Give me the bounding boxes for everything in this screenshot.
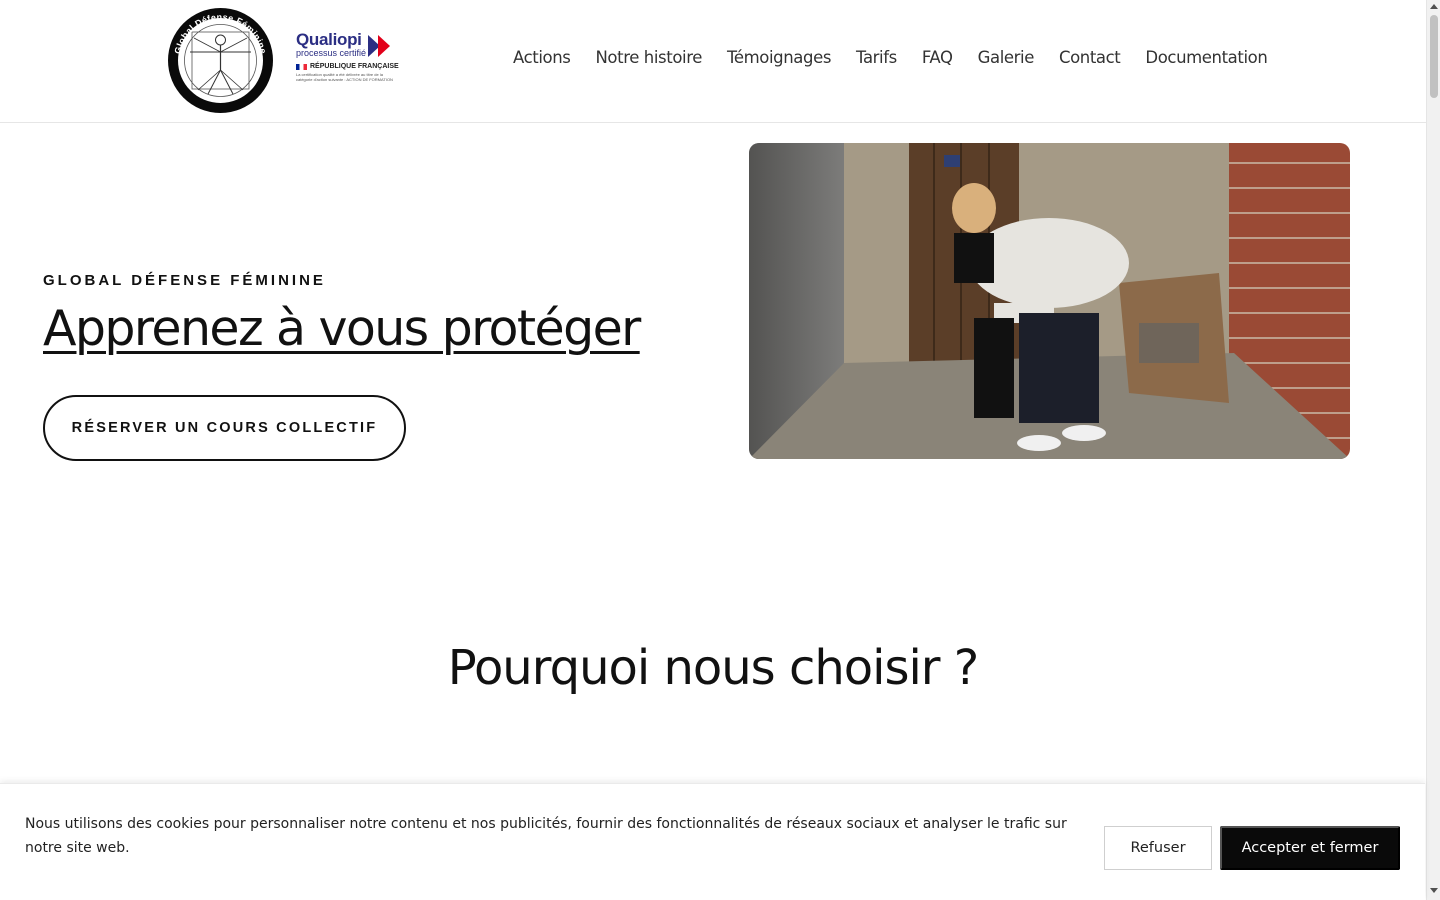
accept-cookies-button[interactable]: Accepter et fermer [1220,826,1400,870]
nav-documentation[interactable]: Documentation [1145,48,1267,67]
nav-faq[interactable]: FAQ [922,48,953,67]
book-group-class-button[interactable]: RÉSERVER UN COURS COLLECTIF [43,395,406,461]
cookie-banner: Nous utilisons des cookies pour personna… [0,783,1425,900]
hero-eyebrow: GLOBAL DÉFENSE FÉMININE [43,272,326,289]
scroll-up-arrow-icon[interactable] [1430,4,1438,9]
republique-francaise: RÉPUBLIQUE FRANÇAISE [296,63,406,70]
site-header: Global Défense Féminine Qualiopi process… [0,0,1426,123]
qualiopi-arrow-icon [368,35,390,57]
nav-temoignages[interactable]: Témoignages [727,48,831,67]
qualiopi-badge: Qualiopi processus certifié RÉPUBLIQUE F… [296,30,406,100]
cookie-message: Nous utilisons des cookies pour personna… [25,816,1067,856]
qualiopi-certification-note: La certification qualité a été délivrée … [296,72,393,82]
self-defense-photo [749,143,1350,459]
why-choose-us-title: Pourquoi nous choisir ? [447,640,980,696]
page-scrollbar[interactable] [1426,0,1440,900]
main-nav: Actions Notre histoire Témoignages Tarif… [513,48,1268,67]
hero-title[interactable]: Apprenez à vous protéger [43,300,641,357]
french-flag-icon [296,63,307,70]
refuse-cookies-button[interactable]: Refuser [1104,826,1212,870]
hero-photo [749,143,1350,459]
scroll-down-arrow-icon[interactable] [1430,888,1438,893]
site-logo[interactable]: Global Défense Féminine [168,8,273,113]
nav-notre-histoire[interactable]: Notre histoire [595,48,702,67]
nav-tarifs[interactable]: Tarifs [856,48,897,67]
nav-contact[interactable]: Contact [1059,48,1121,67]
svg-text:Global Défense Féminine: Global Défense Féminine [173,12,269,55]
nav-actions[interactable]: Actions [513,48,571,67]
scroll-thumb[interactable] [1430,15,1438,98]
logo-ring-label: Global Défense Féminine [173,12,269,55]
nav-galerie[interactable]: Galerie [978,48,1035,67]
